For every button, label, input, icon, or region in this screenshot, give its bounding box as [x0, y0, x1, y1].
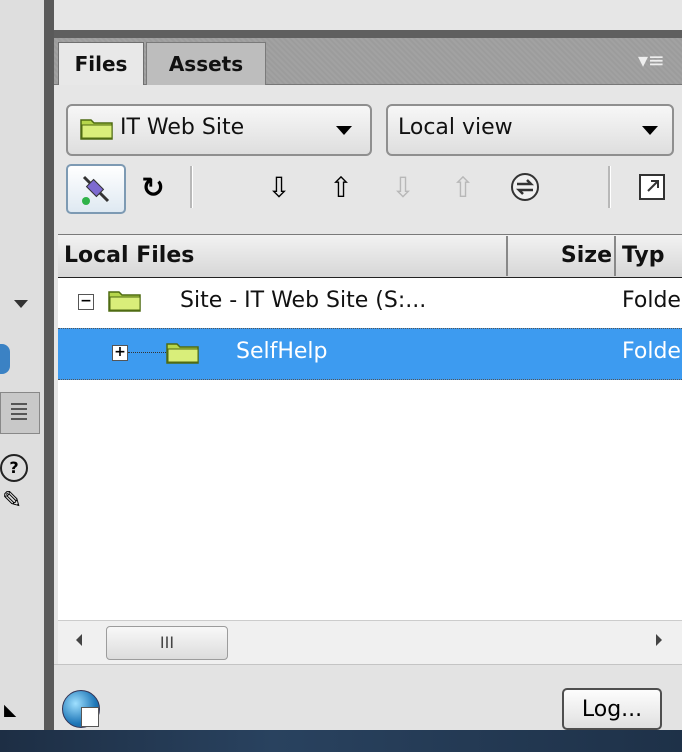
edit-tool-icon[interactable]: ✎ — [2, 486, 22, 514]
row-type: Folde — [622, 339, 681, 364]
taskbar — [0, 730, 682, 752]
blue-tab-icon[interactable] — [0, 344, 10, 374]
put-files-icon: ⇧ — [329, 170, 353, 204]
row-name: Site - IT Web Site (S:... — [180, 288, 427, 313]
expand-icon — [639, 174, 665, 200]
folder-icon — [80, 119, 113, 140]
toolbar-separator — [190, 166, 193, 208]
view-dropdown[interactable]: Local view — [386, 104, 674, 156]
collapse-icon[interactable]: − — [78, 294, 94, 310]
folder-icon — [108, 291, 141, 312]
folder-icon — [166, 343, 199, 364]
toolbar-separator — [608, 166, 611, 208]
refresh-button[interactable]: ↻ — [130, 164, 176, 210]
check-in-icon: ⇧ — [451, 170, 475, 204]
scroll-left-icon[interactable] — [76, 634, 82, 646]
panel-divider[interactable] — [44, 0, 54, 730]
column-type[interactable]: Typ — [622, 234, 682, 276]
list-icon[interactable] — [0, 392, 40, 434]
top-area — [54, 0, 682, 30]
tab-files[interactable]: Files — [58, 42, 144, 85]
scroll-thumb[interactable]: III — [106, 626, 228, 660]
site-dropdown[interactable]: IT Web Site — [66, 104, 372, 156]
expand-icon[interactable]: + — [112, 345, 128, 361]
chevron-down-icon — [336, 126, 352, 135]
scroll-right-icon[interactable] — [656, 634, 662, 646]
tab-assets[interactable]: Assets — [146, 42, 266, 85]
check-in-button[interactable]: ⇧ — [440, 164, 486, 210]
table-row-selected[interactable] — [58, 328, 682, 380]
chevron-down-icon — [642, 126, 658, 135]
panel-options-icon[interactable]: ▾≡ — [638, 48, 678, 78]
tree-line — [128, 352, 168, 353]
synchronize-icon — [511, 173, 539, 201]
put-files-button[interactable]: ⇧ — [318, 164, 364, 210]
get-files-button[interactable]: ⇩ — [256, 164, 302, 210]
column-divider[interactable] — [614, 236, 616, 276]
check-out-button[interactable]: ⇩ — [380, 164, 426, 210]
get-files-icon: ⇩ — [267, 170, 291, 204]
collapse-arrow-icon[interactable] — [14, 300, 28, 308]
help-icon[interactable]: ? — [0, 454, 28, 482]
site-dropdown-value: IT Web Site — [120, 115, 245, 140]
connect-icon — [82, 175, 110, 205]
column-size[interactable]: Size — [508, 234, 612, 276]
check-out-icon: ⇩ — [391, 170, 415, 204]
expand-button[interactable] — [630, 164, 674, 210]
refresh-icon: ↻ — [141, 170, 165, 204]
corner-arrow-icon: ◣ — [4, 700, 17, 719]
row-type: Folde — [622, 288, 681, 313]
panel-group-bar — [54, 30, 682, 38]
column-local-files[interactable]: Local Files — [64, 234, 504, 276]
connect-button[interactable] — [66, 164, 126, 214]
log-button[interactable]: Log... — [562, 688, 662, 730]
synchronize-button[interactable] — [502, 164, 548, 210]
site-globe-icon[interactable] — [62, 690, 100, 728]
view-dropdown-value: Local view — [398, 115, 513, 140]
row-name: SelfHelp — [236, 339, 328, 364]
